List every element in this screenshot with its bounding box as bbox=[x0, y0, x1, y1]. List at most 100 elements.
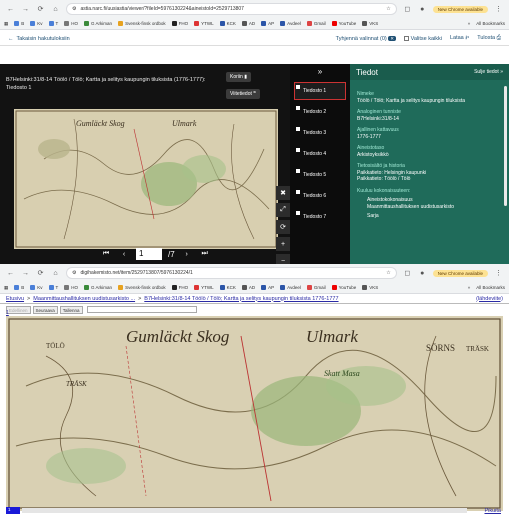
crumb-item[interactable]: B7Helsinki:31/8-14 Töölö / Tölö; Kartta … bbox=[144, 296, 338, 302]
bookmark-item[interactable]: HO bbox=[64, 285, 78, 290]
bookmark-item[interactable]: AP bbox=[261, 21, 274, 26]
bookmarks-overflow[interactable]: » bbox=[468, 21, 471, 26]
bookmark-item[interactable]: B bbox=[14, 21, 24, 26]
crumb-archive[interactable]: Maanmittaushallituksen uudistusarkisto .… bbox=[33, 296, 135, 302]
collapse-files-icon[interactable]: » bbox=[290, 64, 350, 79]
last-page-icon[interactable]: ⏭ bbox=[199, 248, 211, 260]
extensions-icon[interactable]: ◻ bbox=[403, 269, 412, 278]
bookmark-item[interactable]: KCK bbox=[219, 21, 236, 26]
menu-icon[interactable]: ⋮ bbox=[494, 269, 503, 278]
new-chrome-badge[interactable]: New Chrome available bbox=[432, 5, 488, 13]
apps-icon[interactable]: ▦ bbox=[4, 21, 8, 27]
star-icon[interactable]: ☆ bbox=[386, 6, 390, 12]
forward-arrow-icon[interactable]: → bbox=[21, 269, 30, 278]
all-bookmarks[interactable]: All Bookmarks bbox=[476, 21, 505, 26]
clear-selections[interactable]: Tyhjennä valinnat (0) ✕ bbox=[336, 35, 397, 42]
bookmark-item[interactable]: G Arkiman bbox=[84, 21, 112, 26]
bookmark-item[interactable]: Svensk-finsk ordbok bbox=[118, 21, 166, 26]
first-page-icon[interactable]: ⏮ bbox=[100, 248, 112, 260]
close-info-button[interactable]: Sulje tiedot » bbox=[474, 69, 503, 75]
forward-arrow-icon[interactable]: → bbox=[21, 5, 30, 14]
bookmark-item[interactable]: YTWL bbox=[194, 285, 214, 290]
home-icon[interactable]: ⌂ bbox=[51, 269, 60, 278]
address-bar[interactable]: ⚙ astia.narc.fi/uusiastia/viewer/?fileId… bbox=[66, 3, 397, 15]
file-item[interactable]: Tiedosto 2 bbox=[294, 103, 346, 121]
home-icon[interactable]: ⌂ bbox=[51, 5, 60, 14]
zoom-in-icon[interactable]: + bbox=[276, 237, 290, 251]
reload-icon[interactable]: ⟳ bbox=[36, 5, 45, 14]
add-to-cart-button[interactable]: Koriin ▮ bbox=[226, 72, 251, 82]
close-icon[interactable]: ✖ bbox=[276, 186, 290, 200]
file-checkbox[interactable] bbox=[296, 127, 300, 131]
bookmark-item[interactable]: Kv bbox=[30, 21, 43, 26]
bookmark-item[interactable]: VKS bbox=[362, 285, 378, 290]
thumbnails-link[interactable]: Pikuita bbox=[484, 508, 501, 514]
file-checkbox[interactable] bbox=[296, 85, 300, 89]
prev-page-icon[interactable]: ‹ bbox=[118, 248, 130, 260]
file-item[interactable]: Tiedosto 4 bbox=[294, 145, 346, 163]
bookmark-item[interactable]: FHO bbox=[171, 21, 188, 26]
next-button[interactable]: Seuraava bbox=[32, 305, 58, 314]
address-bar[interactable]: ⚙ digihakemisto.net/item/2529713807/5976… bbox=[66, 267, 397, 279]
star-icon[interactable]: ☆ bbox=[386, 270, 390, 276]
bookmark-item[interactable]: Svensk-finsk ordbok bbox=[118, 285, 166, 290]
file-checkbox[interactable] bbox=[296, 211, 300, 215]
map-image-large[interactable]: Gumläckt Skog Ulmark TÖLÖ TRÄSK SÖRNS TR… bbox=[6, 316, 503, 511]
bookmark-item[interactable]: G Arkiman bbox=[84, 285, 112, 290]
bookmark-item[interactable]: AD bbox=[241, 285, 255, 290]
reload-icon[interactable]: ⟳ bbox=[36, 269, 45, 278]
bookmark-item[interactable]: FHO bbox=[171, 285, 188, 290]
file-item[interactable]: Tiedosto 3 bbox=[294, 124, 346, 142]
download-button[interactable]: Lataa ⭳▾ bbox=[450, 34, 469, 43]
bookmark-item[interactable]: KCK bbox=[219, 285, 236, 290]
file-checkbox[interactable] bbox=[296, 148, 300, 152]
all-bookmarks[interactable]: All Bookmarks bbox=[476, 285, 505, 290]
page-input[interactable]: 1 bbox=[136, 248, 162, 260]
horizontal-scrollbar[interactable] bbox=[22, 508, 467, 513]
save-button[interactable]: Tallenna bbox=[59, 305, 83, 314]
bookmark-item[interactable]: T bbox=[48, 21, 58, 26]
bookmark-item[interactable]: Kv bbox=[30, 285, 43, 290]
note-input[interactable] bbox=[86, 306, 197, 313]
bookmark-item[interactable]: T bbox=[48, 285, 58, 290]
file-checkbox[interactable] bbox=[296, 106, 300, 110]
crumb-home[interactable]: Etusivu bbox=[6, 296, 24, 302]
apps-icon[interactable]: ▦ bbox=[4, 285, 8, 291]
select-all[interactable]: Valitse kaikki bbox=[404, 36, 442, 42]
bookmarks-overflow[interactable]: » bbox=[468, 285, 471, 290]
back-arrow-icon[interactable]: ← bbox=[6, 269, 15, 278]
bookmark-item[interactable]: AP bbox=[261, 285, 274, 290]
bookmark-item[interactable]: Gmail bbox=[306, 285, 326, 290]
file-item[interactable]: Tiedosto 6 bbox=[294, 187, 346, 205]
bookmark-item[interactable]: Gmail bbox=[306, 21, 326, 26]
bookmark-item[interactable]: Avdeel bbox=[280, 21, 301, 26]
map-image[interactable]: Gumläckt Skog Ulmark bbox=[14, 109, 278, 249]
new-chrome-badge[interactable]: New Chrome available bbox=[432, 269, 488, 277]
image-pane[interactable]: B7Helsinki:31/8-14 Töölö / Tölö; Kartta … bbox=[0, 64, 290, 268]
bookmark-item[interactable]: VKS bbox=[362, 21, 378, 26]
bookmark-item[interactable]: HO bbox=[64, 21, 78, 26]
bookmark-item[interactable]: AD bbox=[241, 21, 255, 26]
bookmark-item[interactable]: Avdeel bbox=[280, 285, 301, 290]
bookmark-item[interactable]: YouTube bbox=[331, 285, 356, 290]
back-arrow-icon[interactable]: ← bbox=[6, 5, 15, 14]
profile-icon[interactable]: ● bbox=[418, 5, 427, 14]
back-to-results[interactable]: ← Takaisin hakutuloksiin bbox=[8, 36, 70, 42]
print-button[interactable]: Tulosta ⎙ bbox=[477, 35, 501, 42]
file-checkbox[interactable] bbox=[296, 169, 300, 173]
site-info-icon[interactable]: ⚙ bbox=[72, 6, 76, 12]
info-scrollbar[interactable] bbox=[504, 86, 507, 206]
fullscreen-icon[interactable]: ⤢ bbox=[276, 203, 290, 217]
bookmark-item[interactable]: YouTube bbox=[331, 21, 356, 26]
menu-icon[interactable]: ⋮ bbox=[494, 5, 503, 14]
info-value[interactable]: Maanmittaushallituksen uudistusarkisto bbox=[367, 204, 502, 211]
bookmark-item[interactable]: YTWL bbox=[194, 21, 214, 26]
site-info-icon[interactable]: ⚙ bbox=[72, 270, 76, 276]
file-item[interactable]: Tiedosto 5 bbox=[294, 166, 346, 184]
rotate-icon[interactable]: ⟳ bbox=[276, 220, 290, 234]
profile-icon[interactable]: ● bbox=[418, 269, 427, 278]
next-page-icon[interactable]: › bbox=[181, 248, 193, 260]
file-item[interactable]: Tiedosto 7 bbox=[294, 208, 346, 226]
bookmark-item[interactable]: B bbox=[14, 285, 24, 290]
prev-button[interactable]: Edellinen bbox=[6, 305, 31, 314]
